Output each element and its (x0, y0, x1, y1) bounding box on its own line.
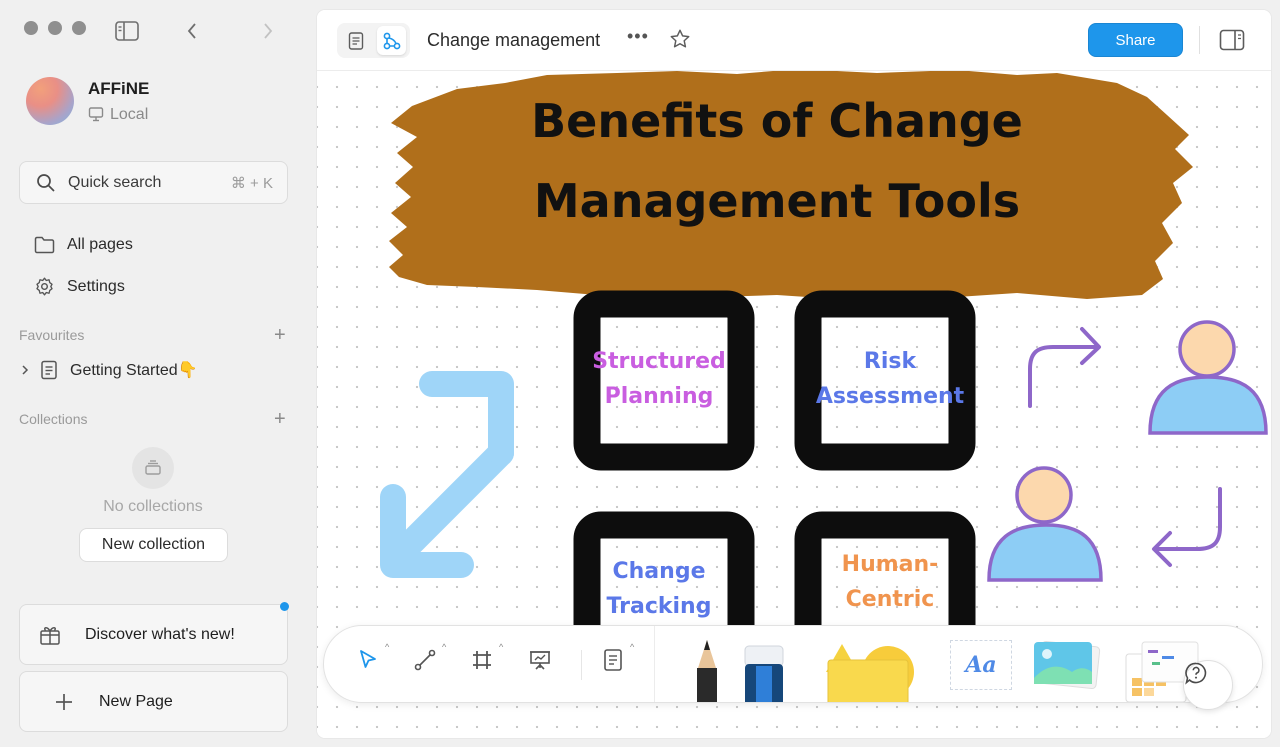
connector-tool-button[interactable] (413, 648, 445, 680)
favorite-star-icon[interactable] (669, 28, 691, 55)
tile-change-tracking-line-1: Change (613, 559, 706, 584)
quick-search-label: Quick search (68, 173, 162, 191)
minimize-window-button[interactable] (48, 21, 62, 35)
add-collection-button[interactable]: + (274, 409, 286, 429)
double-arrow-icon[interactable] (380, 371, 514, 578)
plus-icon (56, 693, 72, 710)
frame-icon (473, 651, 491, 669)
presentation-icon (530, 651, 550, 670)
more-options-button[interactable]: ••• (627, 26, 649, 47)
collections-title: Collections (19, 411, 88, 427)
no-collections-text: No collections (103, 498, 203, 515)
workspace-name: AFFiNE (88, 78, 150, 98)
share-button[interactable]: Share (1088, 23, 1183, 57)
maximize-window-button[interactable] (72, 21, 86, 35)
quick-search[interactable]: Quick search ⌘ + K (19, 161, 288, 204)
new-collection-button[interactable]: New collection (79, 528, 228, 562)
add-favourite-button[interactable]: + (274, 325, 286, 345)
select-tool-button[interactable] (356, 648, 388, 680)
frame-tool-caret-icon[interactable]: ^ (499, 642, 503, 652)
edgeless-mode-button[interactable] (377, 26, 406, 55)
sidebar: AFFiNE Local Quick search ⌘ + K All page… (0, 0, 316, 747)
presentation-tool-button[interactable] (528, 648, 560, 680)
tile-human-centric-line-2: Centric (846, 587, 935, 612)
text-tool-button[interactable]: Aa (950, 640, 1012, 690)
mode-switch (337, 23, 410, 58)
folder-icon (34, 236, 55, 254)
favourite-item-getting-started[interactable]: Getting Started👇 (20, 360, 198, 380)
window-controls (24, 21, 86, 35)
note-icon (604, 649, 622, 671)
tile-human-centric-line-1: Human- (842, 552, 939, 577)
nav-settings[interactable]: Settings (34, 276, 125, 297)
right-panel-toggle-icon[interactable] (1219, 29, 1245, 56)
notification-dot (280, 602, 289, 611)
tile-structured-planning-line-1: Structured (592, 349, 726, 374)
page-mode-icon (348, 31, 363, 50)
nav-all-pages-label: All pages (67, 236, 133, 253)
banner-title-line-2: Management Tools (534, 174, 1020, 228)
tile-change-tracking-line-2: Tracking (607, 594, 712, 619)
gear-icon (36, 277, 53, 296)
text-tool-label: Aa (965, 652, 997, 678)
toolbar-section-divider (654, 626, 655, 702)
empty-collections-icon (132, 447, 174, 489)
workspace-storage-label: Local (110, 105, 149, 123)
chevron-right-icon (22, 365, 29, 375)
person-top-right-icon[interactable] (1148, 320, 1268, 435)
page-mode-button[interactable] (341, 26, 370, 55)
quick-search-shortcut: ⌘ + K (230, 174, 273, 192)
pointer-icon (360, 650, 376, 668)
tile-risk-assessment-line-2: Assessment (816, 384, 965, 409)
new-page-label: New Page (99, 692, 173, 710)
sidebar-toggle-icon[interactable] (115, 21, 139, 46)
favourites-title: Favourites (19, 327, 85, 343)
new-page-button[interactable]: New Page (19, 671, 288, 732)
workspace-avatar (26, 77, 74, 125)
tile-risk-assessment-line-1: Risk (864, 349, 918, 374)
person-bottom-left-icon[interactable] (987, 466, 1103, 582)
note-tool-button[interactable] (602, 648, 634, 680)
nav-all-pages[interactable]: All pages (34, 236, 133, 254)
discover-whats-new-button[interactable]: Discover what's new! (19, 604, 288, 665)
editor-header: Change management ••• Share (317, 10, 1271, 71)
frame-tool-button[interactable] (470, 648, 502, 680)
select-tool-caret-icon[interactable]: ^ (385, 642, 389, 652)
workspace-storage: Local (88, 106, 149, 124)
curved-arrow-top-icon[interactable] (1028, 327, 1101, 408)
curved-arrow-bottom-icon[interactable] (1152, 487, 1222, 567)
tile-structured-planning[interactable]: Structured Planning (573, 290, 755, 471)
note-tool-caret-icon[interactable]: ^ (630, 642, 634, 652)
edgeless-mode-icon (383, 32, 400, 49)
favourite-item-label: Getting Started👇 (70, 362, 198, 379)
edgeless-toolbar: ^ ^ ^ ^ Aa (323, 625, 1263, 703)
computer-icon (88, 107, 104, 122)
main-editor: Change management ••• Share Benefits of … (317, 10, 1271, 738)
help-icon (1185, 662, 1207, 685)
back-arrow-icon[interactable] (186, 22, 198, 45)
connector-tool-caret-icon[interactable]: ^ (442, 642, 446, 652)
forward-arrow-icon[interactable] (262, 22, 274, 45)
document-title[interactable]: Change management (427, 30, 600, 51)
edgeless-canvas[interactable]: Benefits of Change Management Tools Stru… (317, 71, 1271, 738)
search-icon (37, 173, 55, 192)
nav-settings-label: Settings (67, 277, 125, 295)
tile-risk-assessment[interactable]: Risk Assessment (794, 290, 976, 471)
toolbar-divider (581, 650, 582, 680)
workspace-switcher[interactable]: AFFiNE Local (26, 77, 149, 125)
page-icon (41, 360, 57, 380)
gift-icon (40, 626, 60, 645)
close-window-button[interactable] (24, 21, 38, 35)
discover-label: Discover what's new! (85, 625, 235, 643)
header-divider (1199, 26, 1200, 54)
banner-title-line-1: Benefits of Change (531, 94, 1023, 148)
help-button[interactable] (1183, 660, 1233, 710)
connector-icon (414, 649, 436, 671)
tile-structured-planning-line-2: Planning (605, 384, 714, 409)
title-banner[interactable]: Benefits of Change Management Tools (389, 71, 1193, 299)
